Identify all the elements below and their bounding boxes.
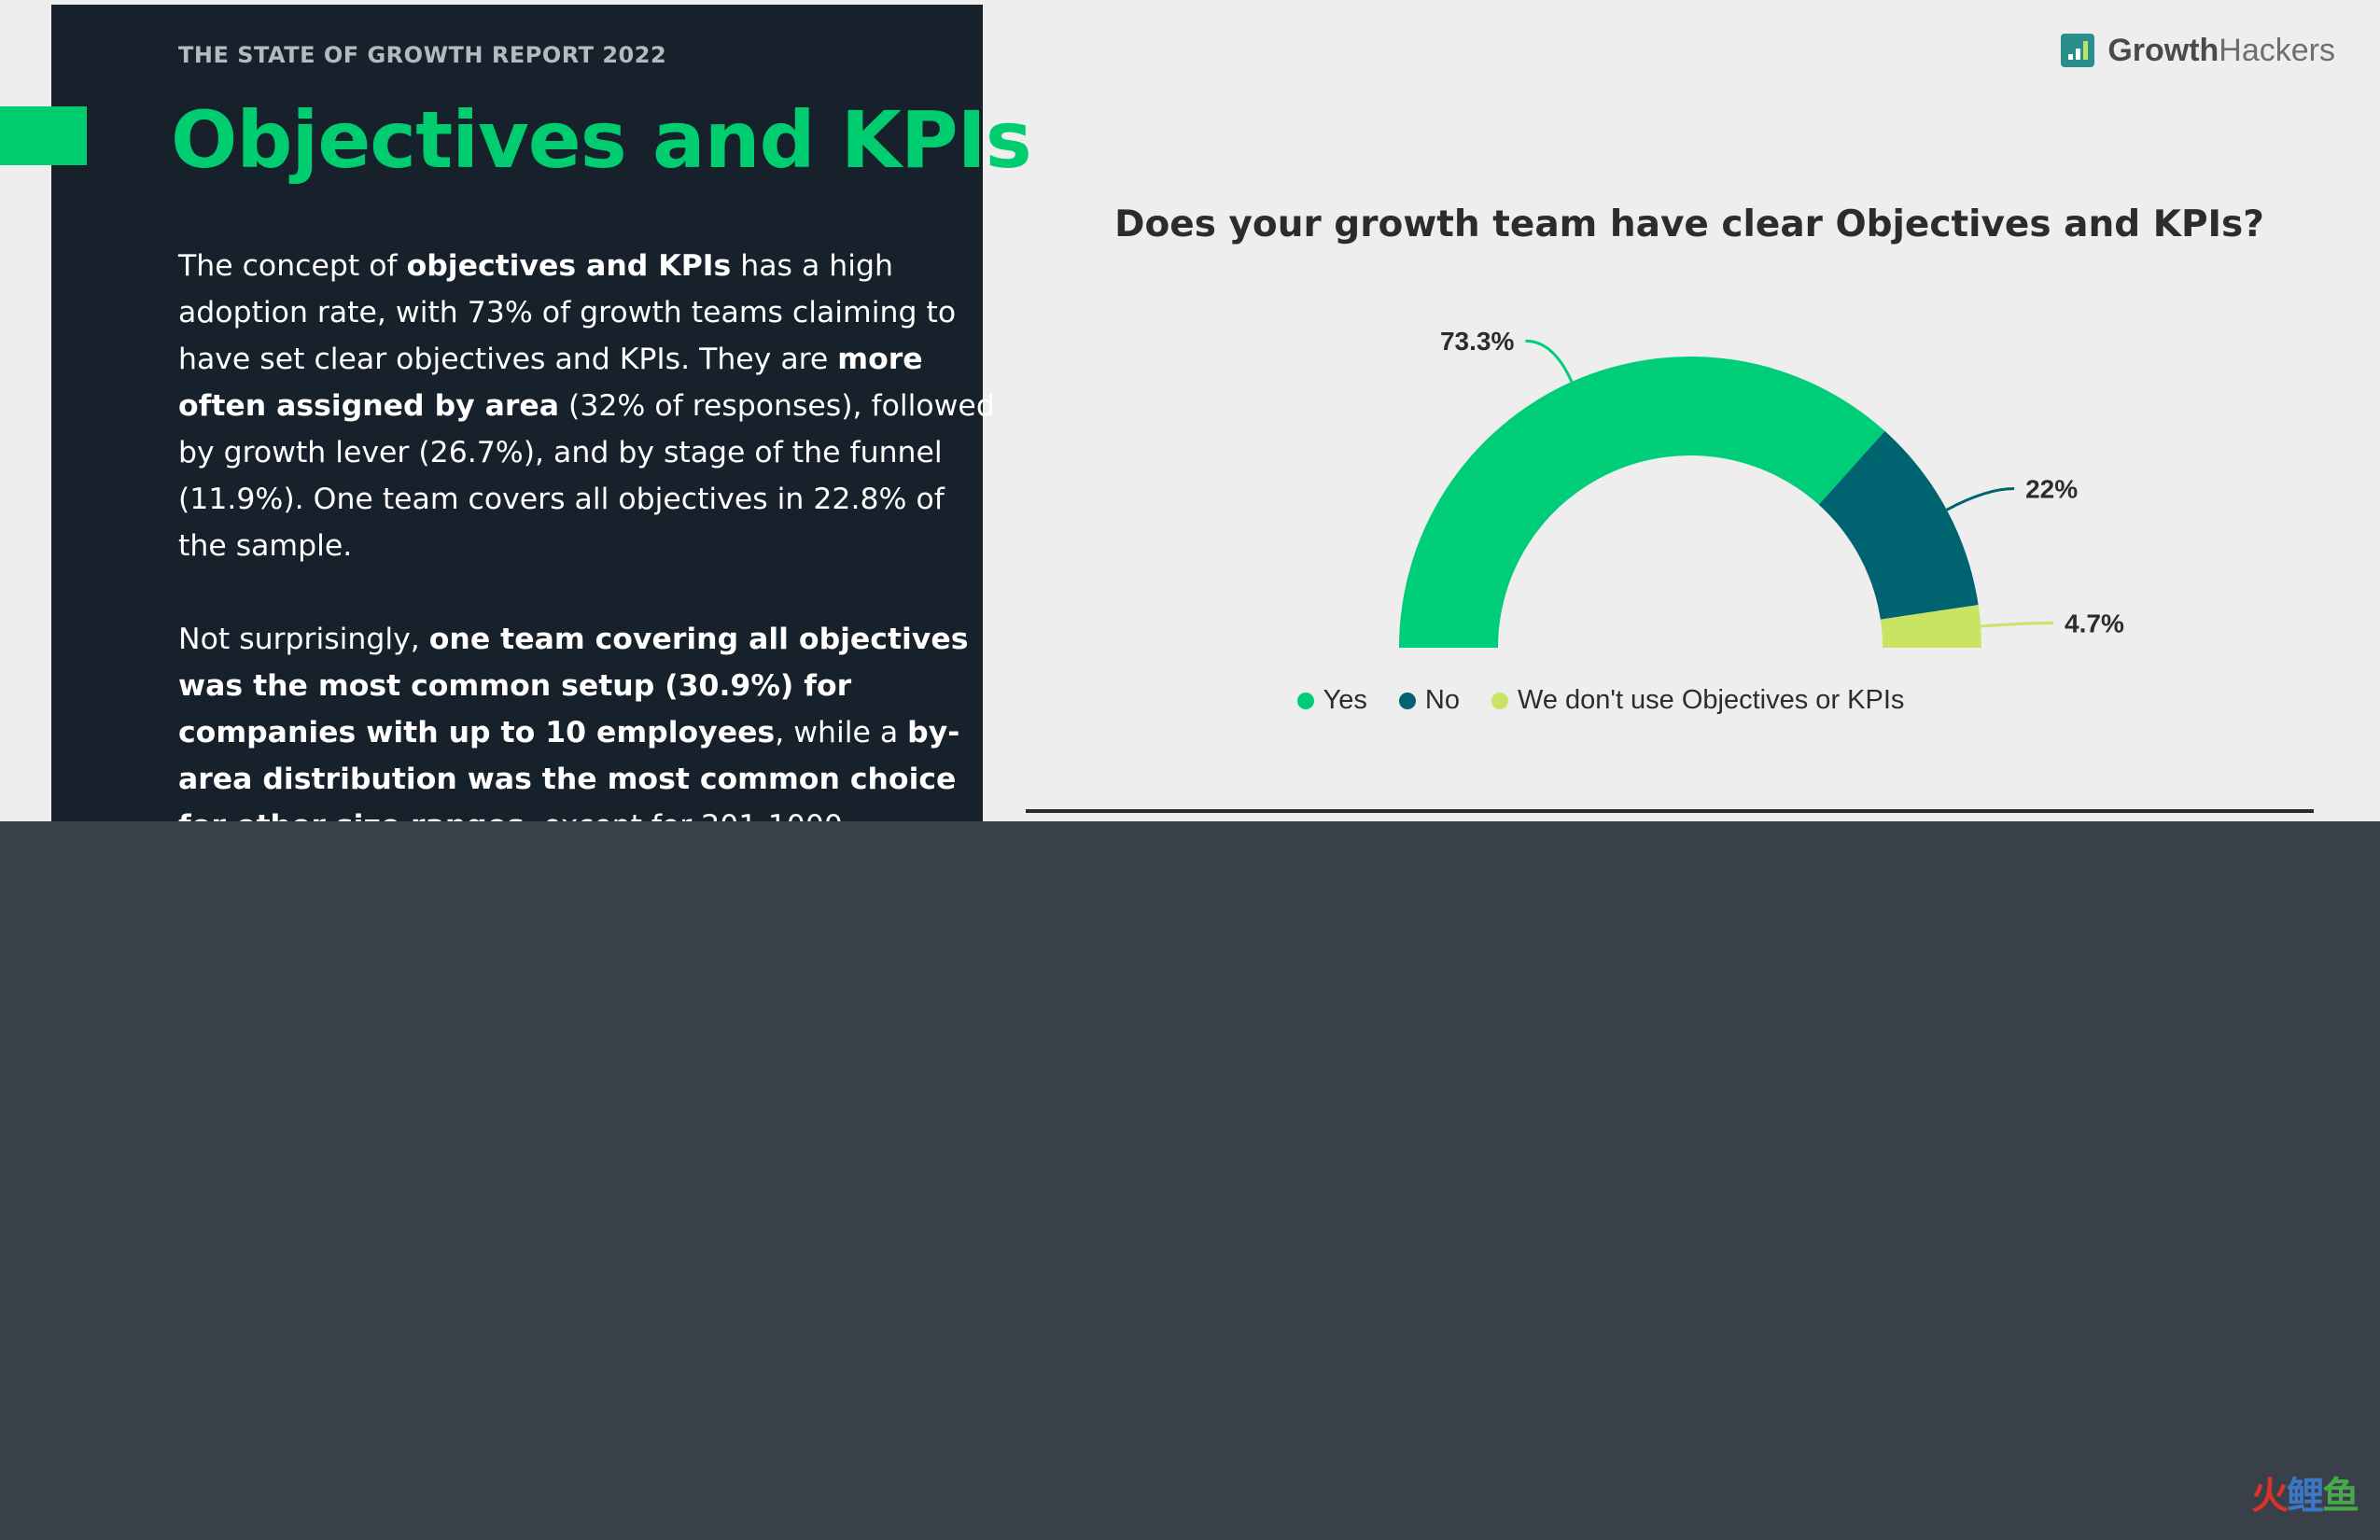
section-divider xyxy=(1026,809,2314,813)
legend-label: We don't use Objectives or KPIs xyxy=(1517,685,1905,715)
leader-line xyxy=(1981,621,2054,628)
slice-yes xyxy=(1399,356,1885,648)
data-label: 73.3% xyxy=(1440,327,1514,356)
data-label: 22% xyxy=(2025,475,2078,504)
legend-label: No xyxy=(1424,685,1460,715)
data-label: 4.7% xyxy=(2065,609,2124,637)
watermark-char: 火 xyxy=(2251,1475,2289,1518)
chart-legend: Yes No We don't use Objectives or KPIs xyxy=(938,685,2263,716)
watermark-char: 鲤 xyxy=(2287,1475,2324,1518)
legend-item: We don't use Objectives or KPIs xyxy=(1491,685,1904,716)
leader-line xyxy=(1946,487,2015,511)
report-slide: THE STATE OF GROWTH REPORT 2022 Objectiv… xyxy=(0,0,2380,821)
legend-swatch xyxy=(1491,692,1508,709)
legend-swatch xyxy=(1398,692,1416,709)
watermark-logo: 火鲤鱼 xyxy=(2251,1465,2359,1519)
legend-label: Yes xyxy=(1323,685,1367,715)
leader-line xyxy=(1525,339,1574,383)
legend-item: Yes xyxy=(1296,685,1367,716)
legend-item: No xyxy=(1398,685,1460,716)
watermark-char: 鱼 xyxy=(2322,1475,2359,1518)
legend-swatch xyxy=(1296,692,1314,709)
